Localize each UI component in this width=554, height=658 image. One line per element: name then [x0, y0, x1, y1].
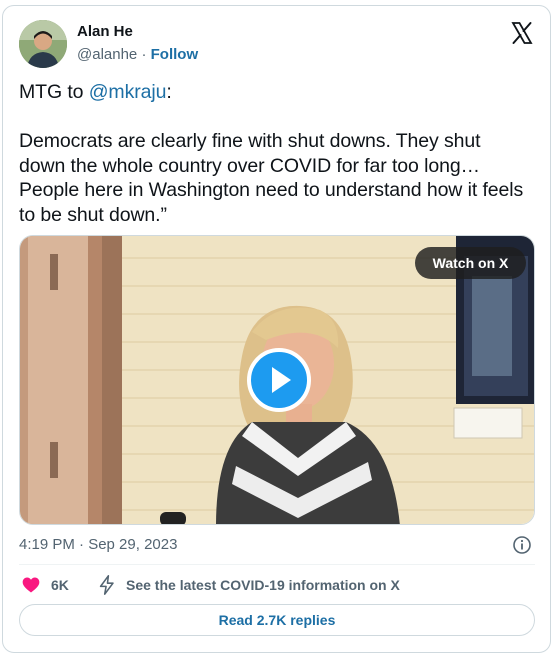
divider — [19, 564, 535, 565]
post-text: MTG to @mkraju: Democrats are clearly fi… — [19, 80, 539, 227]
post-line: to be shut down.” — [19, 203, 167, 226]
post-timestamp[interactable]: 4:19 PM · Sep 29, 2023 — [19, 536, 177, 553]
watch-on-x-button[interactable]: Watch on X — [415, 247, 526, 279]
video-player[interactable]: Watch on X — [19, 235, 535, 525]
read-replies-button[interactable]: Read 2.7K replies — [19, 604, 535, 636]
intro-colon: : — [166, 81, 172, 103]
author-name[interactable]: Alan He — [77, 23, 133, 40]
intro-text: MTG to — [19, 81, 89, 103]
play-icon — [272, 367, 291, 393]
post-intro-line: MTG to @mkraju: — [19, 80, 539, 105]
mention-link[interactable]: @mkraju — [89, 81, 167, 103]
author-handle-row: @alanhe · Follow — [77, 46, 198, 63]
play-button[interactable] — [247, 348, 311, 412]
post-line: down the whole country over COVID for fa… — [19, 154, 480, 177]
info-icon[interactable] — [512, 535, 532, 555]
post-line: Democrats are clearly fine with shut dow… — [19, 130, 481, 152]
covid-info-link[interactable]: See the latest COVID-19 information on X — [126, 577, 400, 593]
lightning-icon — [99, 575, 114, 595]
post-line: People here in Washington need to unders… — [19, 179, 524, 201]
author-handle[interactable]: @alanhe — [77, 46, 137, 63]
heart-icon[interactable] — [21, 575, 41, 595]
like-count[interactable]: 6K — [51, 577, 69, 593]
author-avatar[interactable] — [19, 20, 67, 68]
embedded-post-card: Alan He @alanhe · Follow MTG to @mkraju:… — [2, 5, 551, 653]
x-logo-icon[interactable] — [510, 21, 534, 45]
follow-button[interactable]: Follow — [151, 46, 199, 63]
handle-separator: · — [141, 46, 147, 63]
